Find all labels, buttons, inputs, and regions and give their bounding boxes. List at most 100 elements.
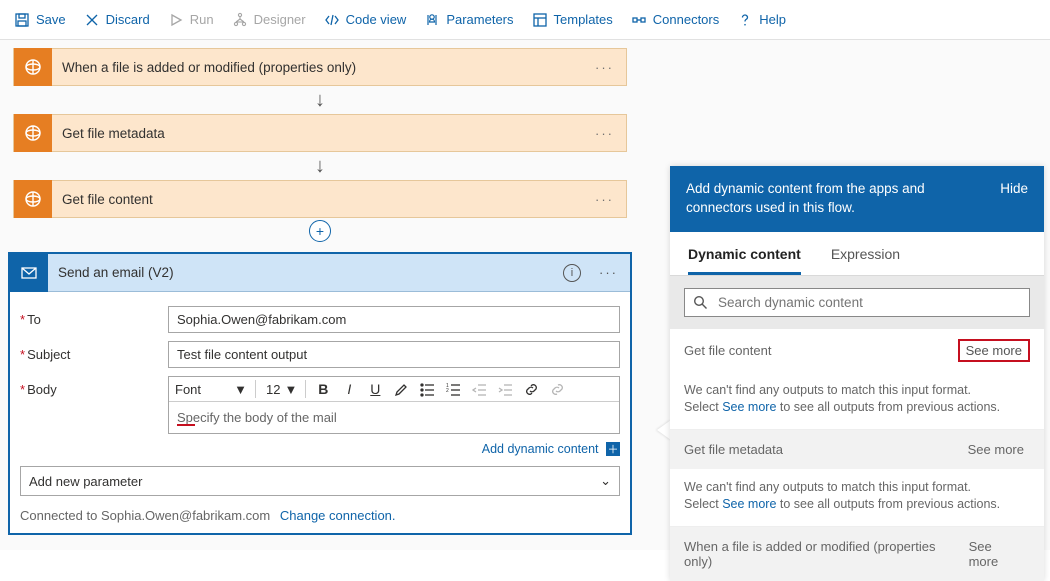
connected-account: Sophia.Owen@fabrikam.com (101, 508, 270, 523)
send-email-card: Send an email (V2) i ··· *To Sophia.Owen… (8, 252, 632, 535)
separator (255, 380, 256, 398)
dyn-search[interactable] (684, 288, 1030, 317)
to-input[interactable]: Sophia.Owen@fabrikam.com (168, 306, 620, 333)
sharepoint-icon (14, 114, 52, 152)
add-new-parameter-dropdown[interactable]: Add new parameter ⌄ (20, 466, 620, 496)
code-view-button[interactable]: Code view (324, 12, 407, 28)
sharepoint-icon (14, 48, 52, 86)
save-button[interactable]: Save (14, 12, 66, 28)
add-step-button[interactable]: + (309, 220, 331, 242)
send-email-menu[interactable]: ··· (587, 265, 630, 280)
info-icon[interactable]: i (563, 264, 581, 282)
highlight-icon[interactable] (392, 380, 410, 398)
subject-row: *Subject Test file content output (20, 341, 620, 368)
see-more-link[interactable]: See more (722, 400, 776, 414)
dyn-group-trigger: When a file is added or modified (proper… (670, 527, 1044, 581)
parameters-icon (424, 12, 440, 28)
flow-column: When a file is added or modified (proper… (8, 48, 632, 535)
trigger-card-1[interactable]: When a file is added or modified (proper… (13, 48, 627, 86)
discard-label: Discard (106, 13, 150, 26)
designer-label: Designer (254, 13, 306, 26)
dyn-msg-2: We can't find any outputs to match this … (670, 469, 1044, 527)
designer-button[interactable]: Designer (232, 12, 306, 28)
indent-icon[interactable] (496, 380, 514, 398)
dyn-panel-header: Add dynamic content from the apps and co… (670, 166, 1044, 232)
to-row: *To Sophia.Owen@fabrikam.com (20, 306, 620, 333)
connectors-icon (631, 12, 647, 28)
trigger3-title: Get file content (52, 192, 583, 207)
font-dropdown[interactable]: Font▼ (175, 382, 247, 397)
see-more-get-file-content[interactable]: See more (958, 339, 1030, 362)
save-label: Save (36, 13, 66, 26)
unlink-icon[interactable] (548, 380, 566, 398)
see-more-link[interactable]: See more (722, 497, 776, 511)
help-button[interactable]: Help (737, 12, 786, 28)
run-label: Run (190, 13, 214, 26)
help-label: Help (759, 13, 786, 26)
bullet-list-icon[interactable] (418, 380, 436, 398)
body-editor: Font▼ 12▼ B I U (168, 376, 620, 434)
spell-underline (177, 424, 195, 426)
discard-icon (84, 12, 100, 28)
save-icon (14, 12, 30, 28)
discard-button[interactable]: Discard (84, 12, 150, 28)
group2-label: Get file metadata (684, 442, 783, 457)
parameters-label: Parameters (446, 13, 513, 26)
tab-expression[interactable]: Expression (831, 246, 900, 275)
rte-toolbar: Font▼ 12▼ B I U (169, 377, 619, 402)
connectors-label: Connectors (653, 13, 719, 26)
body-row: *Body Font▼ 12▼ B I (20, 376, 620, 434)
trigger3-menu[interactable]: ··· (583, 192, 626, 207)
see-more-get-file-metadata[interactable]: See more (962, 440, 1030, 459)
number-list-icon[interactable]: 12 (444, 380, 462, 398)
hide-button[interactable]: Hide (1000, 180, 1028, 199)
send-email-title: Send an email (V2) (48, 265, 563, 280)
subject-input[interactable]: Test file content output (168, 341, 620, 368)
trigger1-title: When a file is added or modified (proper… (52, 60, 583, 75)
connectors-button[interactable]: Connectors (631, 12, 719, 28)
bold-icon[interactable]: B (314, 380, 332, 398)
font-size-dropdown[interactable]: 12▼ (266, 382, 297, 397)
templates-button[interactable]: Templates (532, 12, 613, 28)
help-icon (737, 12, 753, 28)
add-dynamic-content-link[interactable]: Add dynamic content ＋ (20, 442, 620, 456)
trigger1-menu[interactable]: ··· (583, 60, 626, 75)
see-more-trigger[interactable]: See more (963, 537, 1030, 571)
trigger2-menu[interactable]: ··· (583, 126, 626, 141)
italic-icon[interactable]: I (340, 380, 358, 398)
send-email-header[interactable]: Send an email (V2) i ··· (10, 254, 630, 292)
outdent-icon[interactable] (470, 380, 488, 398)
templates-label: Templates (554, 13, 613, 26)
chevron-down-icon: ▼ (284, 382, 297, 397)
dyn-group-get-file-content: Get file content See more (670, 329, 1044, 372)
underline-icon[interactable]: U (366, 380, 384, 398)
tab-dynamic-content[interactable]: Dynamic content (688, 246, 801, 275)
dyn-group-get-file-metadata: Get file metadata See more (670, 430, 1044, 469)
dyn-search-wrap (670, 276, 1044, 329)
arrow-icon: ↓ (315, 154, 325, 178)
chevron-down-icon: ▼ (234, 382, 247, 397)
chevron-down-icon: ⌄ (600, 473, 611, 489)
designer-canvas: When a file is added or modified (proper… (0, 40, 1050, 550)
body-label: *Body (20, 376, 168, 397)
code-view-icon (324, 12, 340, 28)
group1-label: Get file content (684, 343, 771, 358)
designer-icon (232, 12, 248, 28)
change-connection-link[interactable]: Change connection. (280, 508, 396, 523)
subject-label: *Subject (20, 341, 168, 362)
run-button[interactable]: Run (168, 12, 214, 28)
dyn-header-text: Add dynamic content from the apps and co… (686, 180, 976, 218)
outlook-icon (10, 254, 48, 292)
body-textarea[interactable]: Specify the body of the mail (169, 402, 619, 433)
trigger-card-2[interactable]: Get file metadata ··· (13, 114, 627, 152)
link-icon[interactable] (522, 380, 540, 398)
parameters-button[interactable]: Parameters (424, 12, 513, 28)
arrow-icon: ↓ (315, 88, 325, 112)
code-view-label: Code view (346, 13, 407, 26)
to-label: *To (20, 306, 168, 327)
trigger-card-3[interactable]: Get file content ··· (13, 180, 627, 218)
dyn-search-input[interactable] (718, 295, 1021, 310)
panel-caret (657, 420, 671, 440)
group3-label: When a file is added or modified (proper… (684, 539, 963, 569)
run-icon (168, 12, 184, 28)
